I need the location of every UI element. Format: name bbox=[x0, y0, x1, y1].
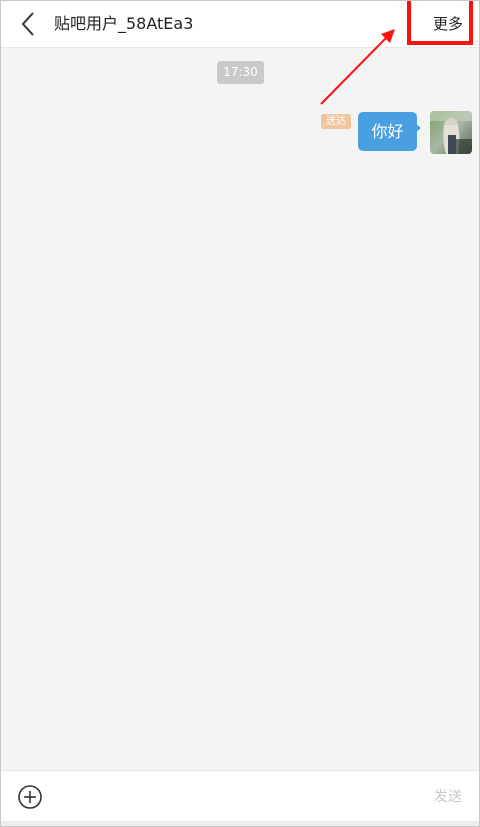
highlight-box bbox=[407, 1, 473, 45]
avatar-image bbox=[430, 111, 472, 154]
page-title: 贴吧用户_58AtEa3 bbox=[54, 14, 194, 33]
message-bubble[interactable]: 你好 bbox=[358, 112, 417, 151]
send-button[interactable]: 发送 bbox=[434, 787, 462, 807]
timestamp-badge: 17:30 bbox=[217, 61, 264, 84]
chat-screen: 贴吧用户_58AtEa3 更多 17:30 送达 你好 发送 bbox=[0, 0, 480, 827]
plus-circle-icon bbox=[18, 785, 42, 809]
add-button[interactable] bbox=[17, 784, 43, 810]
delivered-status-badge: 送达 bbox=[321, 114, 351, 129]
back-button[interactable] bbox=[15, 9, 45, 39]
avatar[interactable] bbox=[430, 111, 472, 154]
input-bar: 发送 bbox=[1, 770, 479, 826]
bubble-tail bbox=[415, 123, 421, 133]
chevron-left-icon bbox=[21, 12, 34, 36]
bottom-divider bbox=[1, 821, 479, 826]
